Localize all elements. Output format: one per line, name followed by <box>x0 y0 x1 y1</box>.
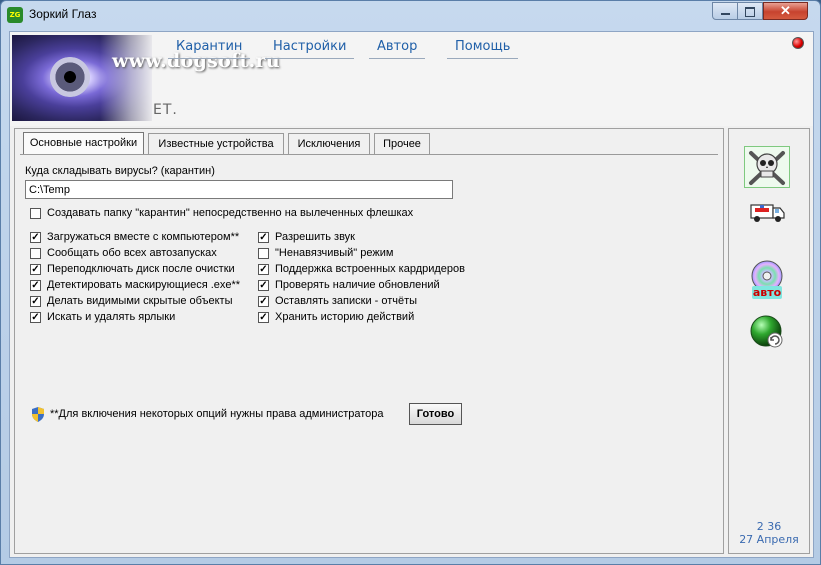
checkbox-label: Загружаться вместе с компьютером** <box>47 231 240 243</box>
checkbox-box[interactable] <box>30 248 41 259</box>
checkbox-label: Переподключать диск после очистки <box>47 263 235 275</box>
checkbox-box[interactable]: ✓ <box>30 232 41 243</box>
tab-exclusions[interactable]: Исключения <box>288 133 370 154</box>
tab-main-settings[interactable]: Основные настройки <box>23 132 144 155</box>
done-button[interactable]: Готово <box>409 403 462 425</box>
ambulance-icon <box>750 204 785 222</box>
header-subtext: ЕТ. <box>153 102 178 118</box>
tab-other[interactable]: Прочее <box>374 133 430 154</box>
minimize-button[interactable] <box>712 2 738 20</box>
autorun-label: авто <box>753 286 782 299</box>
nav-settings[interactable]: Настройки <box>265 39 355 59</box>
ambulance-side-button[interactable] <box>744 197 790 231</box>
tab-body: Куда складывать вирусы? (карантин) Созда… <box>20 154 718 549</box>
tab-known-devices[interactable]: Известные устройства <box>148 133 284 154</box>
nav-quarantine[interactable]: Карантин <box>168 39 251 59</box>
checkbox-box[interactable]: ✓ <box>258 264 269 275</box>
checkbox-label: Разрешить звук <box>275 231 355 243</box>
cd-autorun-icon: авто <box>751 260 783 299</box>
checkbox-label: Создавать папку "карантин" непосредствен… <box>47 207 414 219</box>
checkbox-label: Детектировать маскирующиеся .exe** <box>47 279 241 291</box>
checkbox-box[interactable]: ✓ <box>258 312 269 323</box>
checkbox-box[interactable]: ✓ <box>258 232 269 243</box>
admin-note: **Для включения некоторых опций нужны пр… <box>50 408 384 420</box>
quarantine-side-button[interactable] <box>744 146 790 188</box>
checkbox-label: Сообщать обо всех автозапусках <box>47 247 217 259</box>
header-panel: www.dogsoft.ru ЕТ. Карантин Настройки Ав… <box>10 32 813 126</box>
checkbox-box[interactable]: ✓ <box>30 264 41 275</box>
status-indicator[interactable] <box>792 37 804 49</box>
logo-glow <box>100 35 152 121</box>
checkbox-box[interactable] <box>258 248 269 259</box>
close-button[interactable]: ✕ <box>763 2 808 20</box>
uac-shield-icon <box>32 407 44 422</box>
quarantine-label: Куда складывать вирусы? (карантин) <box>25 165 215 177</box>
maximize-button[interactable] <box>738 2 763 20</box>
update-side-button[interactable] <box>744 313 790 353</box>
nav-author[interactable]: Автор <box>369 39 426 59</box>
checkbox-box[interactable] <box>30 208 41 219</box>
side-panel: авто 2 36 27 Апреля <box>728 128 810 554</box>
checkbox-box[interactable]: ✓ <box>30 280 41 291</box>
checkbox-box[interactable]: ✓ <box>30 296 41 307</box>
title-bar[interactable]: ZG Зоркий Глаз ✕ <box>1 1 820 29</box>
checkbox-box[interactable]: ✓ <box>30 312 41 323</box>
checkbox-box[interactable]: ✓ <box>258 280 269 291</box>
checkbox-label: Поддержка встроенных кардридеров <box>275 263 465 275</box>
checkbox-label: Искать и удалять ярлыки <box>47 311 176 323</box>
eye-iris-icon <box>40 57 100 97</box>
checkbox-label: "Ненавязчивый" режим <box>275 247 394 259</box>
window-title: Зоркий Глаз <box>29 7 97 21</box>
eye-logo <box>12 35 152 121</box>
settings-panel: Основные настройки Известные устройства … <box>14 128 724 554</box>
skull-crossbones-icon <box>749 151 785 185</box>
app-window: ZG Зоркий Глаз ✕ www.dogsoft.ru ЕТ. Кара… <box>0 0 821 565</box>
globe-update-icon <box>750 315 783 348</box>
checkbox-label: Хранить историю действий <box>275 311 415 323</box>
checkbox-label: Проверять наличие обновлений <box>275 279 440 291</box>
quarantine-path-input[interactable] <box>25 180 453 199</box>
app-icon[interactable]: ZG <box>7 7 23 23</box>
clock-time: 2 36 <box>756 520 782 533</box>
client-area: www.dogsoft.ru ЕТ. Карантин Настройки Ав… <box>9 31 814 558</box>
checkbox-label: Делать видимыми скрытые объекты <box>47 295 233 307</box>
autorun-side-button[interactable]: авто <box>744 259 790 303</box>
checkbox-box[interactable]: ✓ <box>258 296 269 307</box>
checkbox-label: Оставлять записки - отчёты <box>275 295 418 307</box>
clock-date: 27 Апреля <box>739 533 799 546</box>
nav-help[interactable]: Помощь <box>447 39 519 59</box>
